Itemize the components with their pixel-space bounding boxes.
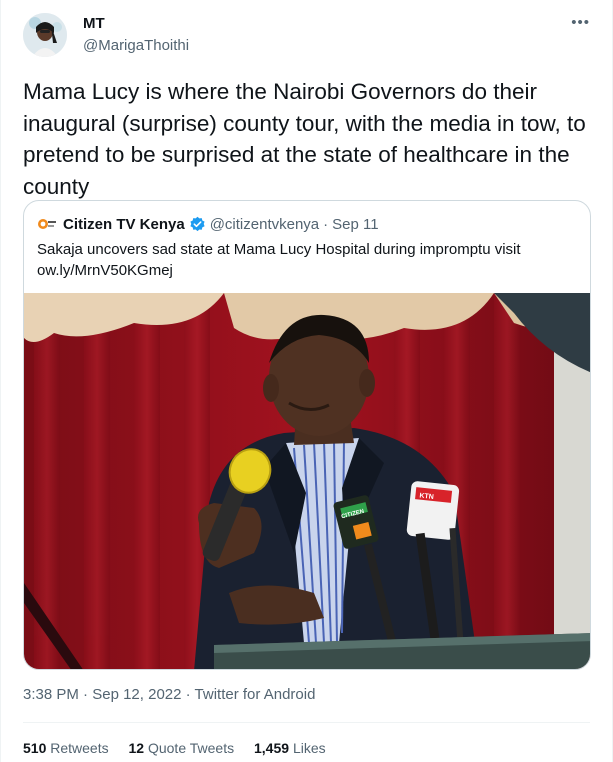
tweet-meta: 3:38 PM · Sep 12, 2022 · Twitter for And… bbox=[23, 686, 315, 703]
quoted-tweet-image[interactable]: CITIZEN KTN bbox=[24, 293, 590, 669]
retweets-count: 510 bbox=[23, 740, 47, 756]
author-handle[interactable]: @MarigaThoithi bbox=[83, 37, 189, 54]
quoted-author-name: Citizen TV Kenya bbox=[63, 215, 185, 233]
author-name[interactable]: MT bbox=[83, 15, 105, 32]
citizen-tv-logo-icon bbox=[37, 217, 57, 231]
quoted-tweet-card[interactable]: Citizen TV Kenya @citizentvkenya · Sep 1… bbox=[23, 200, 591, 670]
likes-stat[interactable]: 1,459 Likes bbox=[254, 740, 326, 756]
tweet-time[interactable]: 3:38 PM bbox=[23, 686, 79, 703]
speaker-photo: CITIZEN KTN bbox=[24, 293, 590, 669]
likes-label: Likes bbox=[292, 740, 326, 756]
verified-badge-icon bbox=[189, 216, 206, 233]
tweet-text: Mama Lucy is where the Nairobi Governors… bbox=[23, 79, 586, 199]
quoted-tweet-text: Sakaja uncovers sad state at Mama Lucy H… bbox=[37, 239, 577, 281]
tweet-date[interactable]: Sep 12, 2022 bbox=[92, 686, 181, 703]
tweet-detail: MT @MarigaThoithi ••• Mama Lucy is where… bbox=[0, 0, 613, 762]
quote-tweets-count: 12 bbox=[128, 740, 145, 756]
author-avatar[interactable] bbox=[23, 13, 67, 57]
avatar-image bbox=[23, 13, 67, 57]
quote-tweets-stat[interactable]: 12 Quote Tweets bbox=[129, 740, 235, 756]
quoted-text-line: Sakaja uncovers sad state at Mama Lucy H… bbox=[37, 241, 521, 258]
retweets-label: Retweets bbox=[50, 740, 109, 756]
tweet-stats: 510 Retweets 12 Quote Tweets 1,459 Likes bbox=[23, 740, 342, 756]
quote-tweets-label: Quote Tweets bbox=[147, 740, 235, 756]
divider bbox=[23, 722, 590, 723]
quoted-link: ow.ly/MrnV50KGmej bbox=[37, 262, 173, 279]
quoted-author-handle: @citizentvkenya bbox=[209, 215, 320, 233]
more-options-icon[interactable]: ••• bbox=[571, 14, 590, 31]
tweet-source[interactable]: Twitter for Android bbox=[195, 686, 316, 703]
quoted-date: Sep 11 bbox=[332, 215, 379, 233]
likes-count: 1,459 bbox=[254, 740, 290, 756]
mic-label-ktn: KTN bbox=[419, 493, 434, 501]
meta-separator: · bbox=[83, 686, 89, 703]
quoted-tweet-header: Citizen TV Kenya @citizentvkenya · Sep 1… bbox=[37, 214, 379, 234]
meta-separator: · bbox=[185, 686, 191, 703]
quoted-separator: · bbox=[323, 215, 329, 233]
retweets-stat[interactable]: 510 Retweets bbox=[23, 740, 109, 756]
